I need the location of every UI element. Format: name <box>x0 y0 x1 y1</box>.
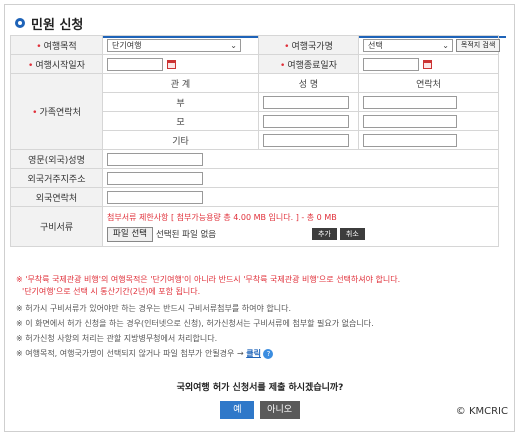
mother-contact-cell <box>358 111 499 131</box>
calendar-icon[interactable] <box>423 59 432 69</box>
foreign-address-cell <box>102 168 499 188</box>
row-foreign-address: 외국거주지주소 <box>10 168 499 188</box>
family-header-row: • 가족연락처 관 계 성 명 연락처 <box>10 73 499 150</box>
row-english-name: 영문(외국)성명 <box>10 149 499 169</box>
file-select-button[interactable]: 파일 선택 <box>107 226 153 242</box>
foreign-address-input[interactable] <box>107 171 203 185</box>
foreign-address-label: 외국거주지주소 <box>10 168 103 188</box>
page-header: 민원 신청 <box>15 13 83 33</box>
purpose-label: • 여행목적 <box>10 35 103 55</box>
notice-red-line-1: ※ '무착륙 국제관광 비행'의 여행목적은 '단기여행'이 아니라 반드시 '… <box>16 275 401 284</box>
notice-section: ※ '무착륙 국제관광 비행'의 여행목적은 '단기여행'이 아니라 반드시 '… <box>16 274 496 360</box>
country-select[interactable]: 선택 ⌄ <box>363 38 453 52</box>
father-name-input[interactable] <box>263 95 349 109</box>
yes-button[interactable]: 예 <box>220 401 255 419</box>
foreign-contact-label: 외국연락처 <box>10 187 103 207</box>
calendar-icon[interactable] <box>167 59 176 69</box>
end-date-input[interactable] <box>363 57 419 71</box>
start-date-cell <box>102 54 259 74</box>
end-date-cell <box>358 54 499 74</box>
father-name-cell <box>258 92 359 112</box>
no-button[interactable]: 아니오 <box>259 401 300 419</box>
english-name-label: 영문(외국)성명 <box>10 149 103 169</box>
mother-name-cell <box>258 111 359 131</box>
row-documents: 구비서류 첨부서류 제한사항 [ 첨부가능용량 총 4.00 MB 입니다. ]… <box>10 206 499 247</box>
chevron-down-icon: ⌄ <box>442 40 449 50</box>
relation-header: 관 계 <box>102 73 259 93</box>
other-name-cell <box>258 130 359 150</box>
father-contact-cell <box>358 92 499 112</box>
mother-name-input[interactable] <box>263 114 349 128</box>
notice-red-line-2: '단기여행'으로 선택 시 통산기간(2년)에 포함 됩니다. <box>22 287 201 296</box>
end-date-label: • 여행종료일자 <box>258 54 359 74</box>
other-contact-cell <box>358 130 499 150</box>
purpose-select[interactable]: 단기여행 ⌄ <box>107 38 241 52</box>
father-contact-input[interactable] <box>363 95 457 109</box>
notice-line-4-text: ※ 여행목적, 여행국가명이 선택되지 않거나 파일 첨부가 안될경우 → <box>16 349 244 358</box>
application-form: • 여행목적 단기여행 ⌄ • 여행국가명 선택 ⌄ 목적지 검색 • 여행시작일자 • 여… <box>10 35 501 247</box>
other-contact-input[interactable] <box>363 133 457 147</box>
foreign-contact-cell <box>102 187 499 207</box>
documents-label: 구비서류 <box>10 206 103 247</box>
documents-cell: 첨부서류 제한사항 [ 첨부가능용량 총 4.00 MB 입니다. ] - 총 … <box>102 206 499 247</box>
contact-header: 연락처 <box>358 73 499 93</box>
notice-line-1: ※ 허가시 구비서류가 있어야만 하는 경우는 반드시 구비서류첨부를 하여야 … <box>16 304 292 313</box>
mother-contact-input[interactable] <box>363 114 457 128</box>
country-cell: 선택 ⌄ 목적지 검색 <box>358 35 501 55</box>
relation-mother: 모 <box>102 111 259 131</box>
other-name-input[interactable] <box>263 133 349 147</box>
add-file-button[interactable]: 추가 <box>311 228 337 240</box>
attachment-limit-text: 첨부서류 제한사항 [ 첨부가능용량 총 4.00 MB 입니다. ] - 총 … <box>107 212 337 222</box>
foreign-contact-input[interactable] <box>107 190 203 204</box>
notice-line-4: ※ 여행목적, 여행국가명이 선택되지 않거나 파일 첨부가 안될경우 → 클릭… <box>16 348 496 360</box>
help-click-link[interactable]: 클릭 <box>246 349 261 358</box>
destination-search-button[interactable]: 목적지 검색 <box>455 38 501 52</box>
page-title: 민원 신청 <box>31 17 84 33</box>
row-purpose-country: • 여행목적 단기여행 ⌄ • 여행국가명 선택 ⌄ 목적지 검색 <box>10 35 501 55</box>
notice-line-3: ※ 허가신청 사항의 처리는 관할 지방병무청에서 처리합니다. <box>16 334 218 343</box>
start-date-label: • 여행시작일자 <box>10 54 103 74</box>
start-date-input[interactable] <box>107 57 163 71</box>
purpose-cell: 단기여행 ⌄ <box>102 35 259 55</box>
file-status-text: 선택된 파일 없음 <box>155 230 217 240</box>
relation-father: 부 <box>102 92 259 112</box>
confirm-actions: 예 아니오 <box>0 401 520 419</box>
english-name-input[interactable] <box>107 152 203 166</box>
cancel-file-button[interactable]: 취소 <box>339 228 365 240</box>
copyright-text: © KMCRIC <box>455 406 508 417</box>
country-label: • 여행국가명 <box>258 35 359 55</box>
english-name-cell <box>102 149 499 169</box>
chevron-down-icon: ⌄ <box>230 40 237 50</box>
notice-line-2: ※ 이 화면에서 허가 신청을 하는 경우(인터넷으로 신청), 허가신청서는 … <box>16 319 374 328</box>
confirm-question: 국외여행 허가 신청서를 제출 하시겠습니까? <box>176 383 344 393</box>
family-contact-label: • 가족연락처 <box>10 73 103 150</box>
help-icon[interactable]: ? <box>263 348 274 359</box>
title-bullet-icon <box>15 18 25 28</box>
name-header: 성 명 <box>258 73 359 93</box>
row-foreign-contact: 외국연락처 <box>10 187 499 207</box>
row-dates: • 여행시작일자 • 여행종료일자 <box>10 54 499 74</box>
relation-other: 기타 <box>102 130 259 150</box>
